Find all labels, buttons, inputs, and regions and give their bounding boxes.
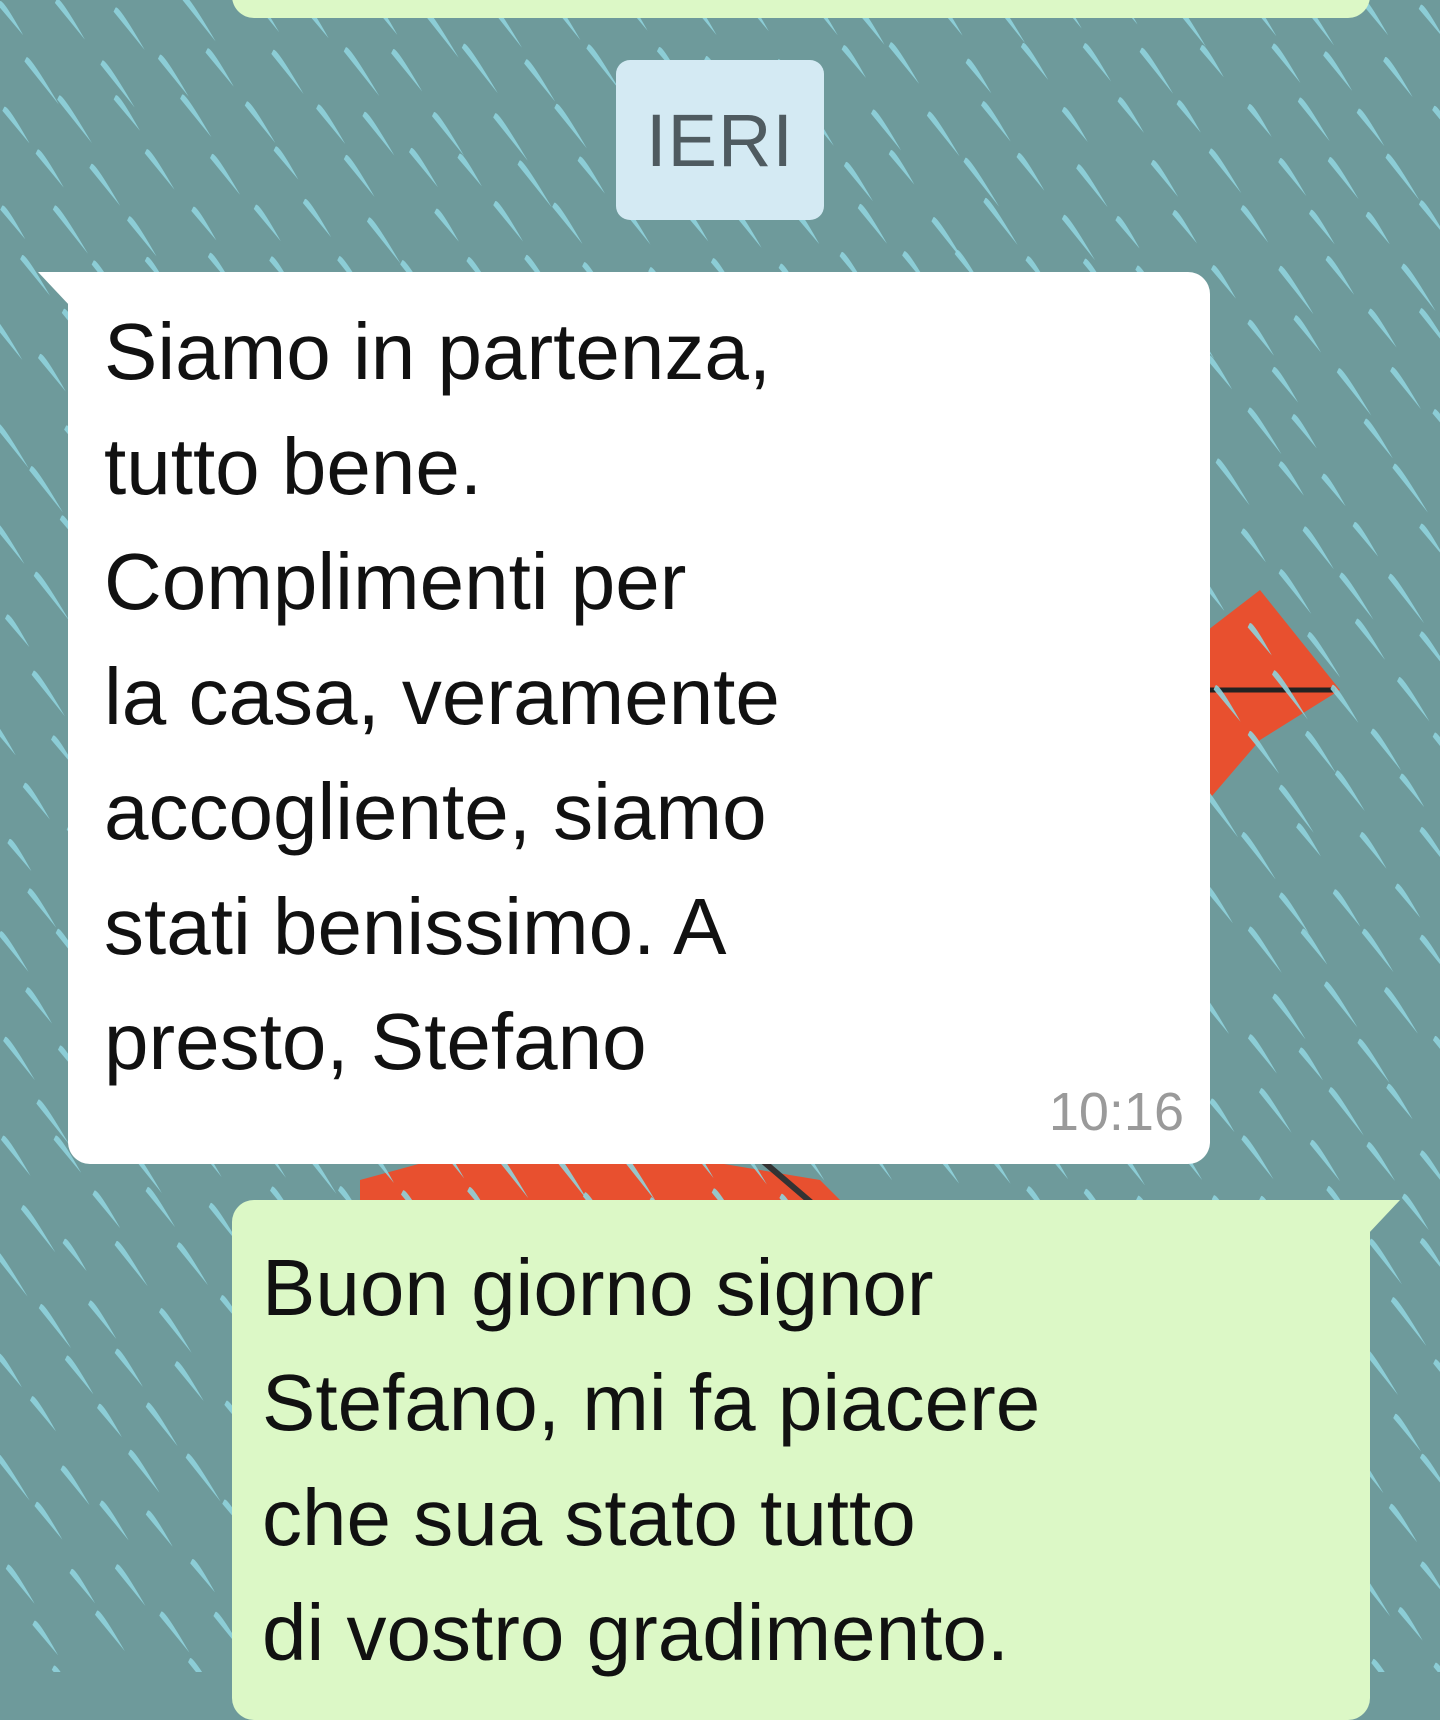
previous-message-bubble (232, 0, 1370, 18)
message-line: stati benissimo. A (104, 869, 1174, 984)
incoming-message-bubble[interactable]: Siamo in partenza, tutto bene. Complimen… (68, 272, 1210, 1164)
message-line: di vostro gradimento. (262, 1575, 1334, 1690)
outgoing-message-bubble[interactable]: Buon giorno signor Stefano, mi fa piacer… (232, 1200, 1370, 1720)
message-line: accogliente, siamo (104, 754, 1174, 869)
message-line: Siamo in partenza, (104, 294, 1174, 409)
message-timestamp: 10:16 (1049, 1082, 1184, 1142)
message-line: tutto bene. (104, 409, 1174, 524)
message-line: Complimenti per (104, 524, 1174, 639)
message-line: che sua stato tutto (262, 1460, 1334, 1575)
outgoing-bubble-tail (1368, 1200, 1400, 1234)
incoming-bubble-tail (38, 272, 70, 306)
message-line: presto, Stefano (104, 984, 1174, 1099)
message-line: Buon giorno signor (262, 1230, 1334, 1345)
date-divider: IERI (616, 60, 824, 220)
message-line: Stefano, mi fa piacere (262, 1345, 1334, 1460)
message-line: la casa, veramente (104, 639, 1174, 754)
date-divider-label: IERI (646, 98, 794, 183)
